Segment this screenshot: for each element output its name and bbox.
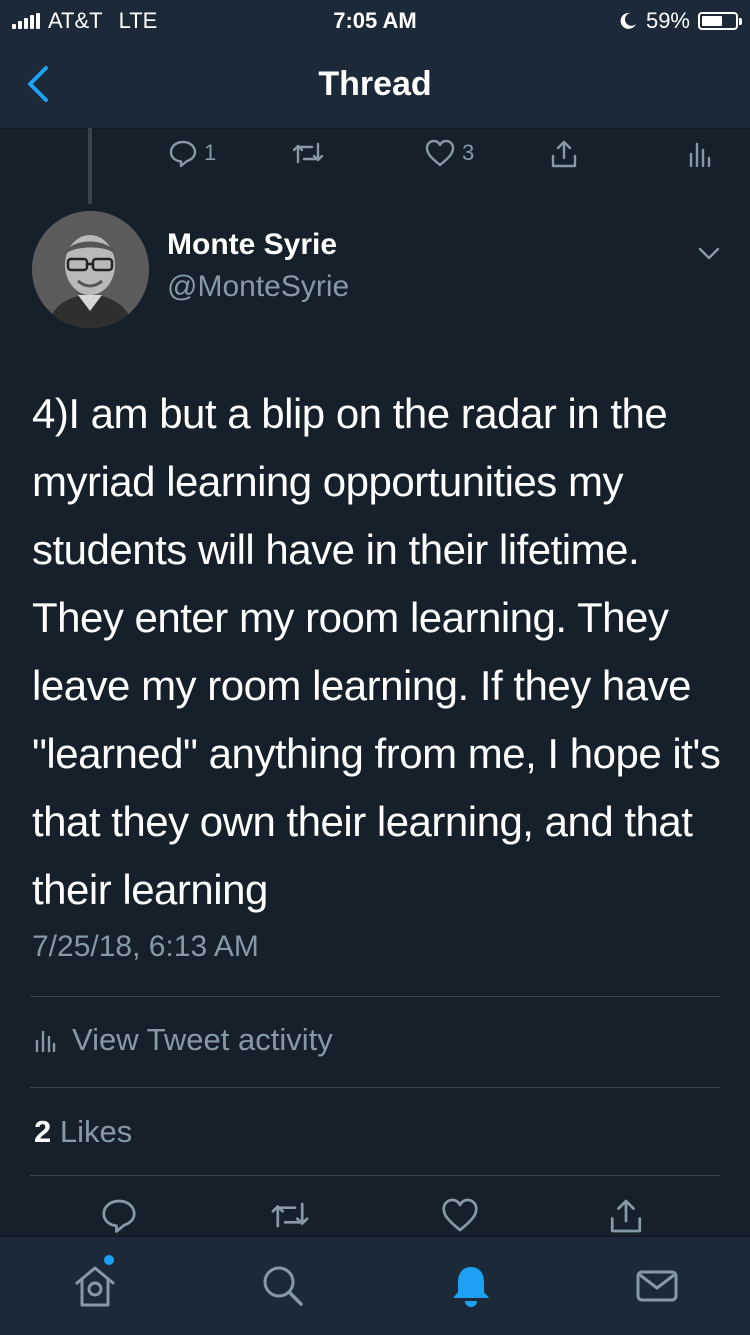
tweet-timestamp: 7/25/18, 6:13 AM bbox=[32, 930, 259, 963]
share-icon[interactable] bbox=[606, 1196, 646, 1236]
author-handle[interactable]: @MonteSyrie bbox=[167, 270, 349, 304]
reply-icon bbox=[169, 140, 197, 168]
tweet-text: 4)I am but a blip on the radar in the my… bbox=[32, 390, 721, 913]
like-count: 3 bbox=[462, 140, 475, 165]
avatar-photo bbox=[32, 211, 149, 328]
tab-bar bbox=[0, 1236, 750, 1335]
previous-tweet-actions: 1 3 bbox=[0, 138, 750, 178]
retweet-icon[interactable] bbox=[268, 1196, 312, 1234]
divider bbox=[30, 996, 720, 997]
battery-percent: 59% bbox=[645, 8, 690, 33]
page-title: Thread bbox=[318, 65, 432, 103]
home-notification-dot bbox=[104, 1255, 114, 1265]
activity-label: View Tweet activity bbox=[72, 1022, 333, 1057]
home-icon[interactable] bbox=[70, 1261, 120, 1311]
battery-icon bbox=[698, 12, 742, 30]
retweet-icon bbox=[292, 142, 324, 164]
retweet-action[interactable] bbox=[290, 138, 332, 168]
analytics-icon bbox=[689, 142, 711, 168]
analytics-icon bbox=[35, 1030, 56, 1053]
tweet-actions bbox=[0, 1196, 750, 1240]
heart-icon[interactable] bbox=[440, 1196, 480, 1234]
status-right: 59% bbox=[618, 8, 742, 34]
reply-action[interactable]: 1 bbox=[168, 138, 216, 168]
like-action[interactable]: 3 bbox=[424, 138, 474, 168]
analytics-action[interactable] bbox=[688, 138, 712, 168]
messages-icon[interactable] bbox=[632, 1261, 682, 1311]
heart-icon bbox=[425, 139, 455, 167]
divider bbox=[30, 1175, 720, 1176]
chevron-down-icon[interactable] bbox=[694, 238, 724, 268]
share-icon bbox=[551, 140, 577, 168]
author-name[interactable]: Monte Syrie bbox=[167, 228, 337, 262]
search-icon[interactable] bbox=[258, 1261, 308, 1311]
reply-icon[interactable] bbox=[100, 1196, 138, 1234]
likes-summary[interactable]: 2 Likes bbox=[34, 1114, 132, 1150]
avatar[interactable] bbox=[32, 211, 149, 328]
divider bbox=[30, 1087, 720, 1088]
moon-icon bbox=[620, 12, 636, 29]
likes-count: 2 bbox=[34, 1114, 52, 1149]
notifications-icon[interactable] bbox=[446, 1261, 496, 1311]
share-action[interactable] bbox=[548, 138, 580, 170]
view-tweet-activity[interactable]: View Tweet activity bbox=[34, 1022, 333, 1058]
nav-bar: Thread bbox=[0, 40, 750, 129]
reply-count: 1 bbox=[204, 140, 217, 165]
likes-label: Likes bbox=[59, 1114, 133, 1149]
status-bar: AT&T LTE 7:05 AM 59% bbox=[0, 0, 750, 40]
